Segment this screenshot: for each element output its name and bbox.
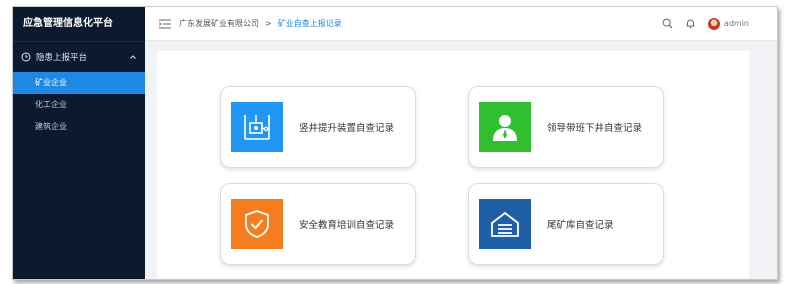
record-card-tailings[interactable]: 尾矿库自查记录 (468, 183, 664, 265)
clock-icon (21, 52, 31, 62)
leader-person-icon (493, 115, 517, 141)
tailings-storage-icon (491, 211, 519, 237)
breadcrumb-company[interactable]: 广东发展矿业有限公司 (179, 18, 259, 29)
sidebar-group-hazard-report[interactable]: 隐患上报平台 (13, 42, 145, 72)
card-tile (231, 199, 283, 249)
sidebar-item-construction[interactable]: 建筑企业 (13, 116, 145, 138)
top-bar: 广东发展矿业有限公司 > 矿业自查上报记录 admin (145, 7, 777, 41)
record-card-grid: 竖井提升装置自查记录 领导带班下井自查记录 安全教育培训自查记录 尾矿库自查记录 (157, 51, 749, 279)
username[interactable]: admin (724, 19, 749, 28)
app-title: 应急管理信息化平台 (13, 7, 145, 42)
sidebar-group-label: 隐患上报平台 (36, 53, 88, 63)
card-title: 安全教育培训自查记录 (299, 220, 395, 231)
avatar[interactable] (707, 17, 720, 30)
sidebar: 应急管理信息化平台 隐患上报平台 矿业企业 化工企业 建筑企业 (13, 7, 145, 279)
record-card-safety-training[interactable]: 安全教育培训自查记录 (220, 183, 416, 265)
record-card-leader-shift[interactable]: 领导带班下井自查记录 (468, 86, 664, 168)
sidebar-item-chemical[interactable]: 化工企业 (13, 94, 145, 116)
chevron-up-icon[interactable] (129, 53, 137, 61)
shield-check-icon (245, 210, 269, 238)
elevator-icon (244, 115, 270, 140)
search-icon[interactable] (662, 18, 673, 29)
card-title: 尾矿库自查记录 (547, 220, 614, 231)
card-tile (231, 102, 283, 152)
card-tile (479, 102, 531, 152)
menu-toggle-icon[interactable] (159, 19, 171, 29)
record-card-shaft-hoist[interactable]: 竖井提升装置自查记录 (220, 86, 416, 168)
bell-icon[interactable] (685, 18, 696, 29)
card-title: 竖井提升装置自查记录 (299, 123, 395, 134)
header-actions: admin (650, 17, 749, 30)
sidebar-item-mining[interactable]: 矿业企业 (13, 72, 145, 94)
breadcrumb-current-page: 矿业自查上报记录 (277, 19, 342, 28)
card-tile (479, 199, 531, 249)
card-title: 领导带班下井自查记录 (547, 123, 643, 134)
breadcrumb-separator: > (265, 19, 272, 28)
